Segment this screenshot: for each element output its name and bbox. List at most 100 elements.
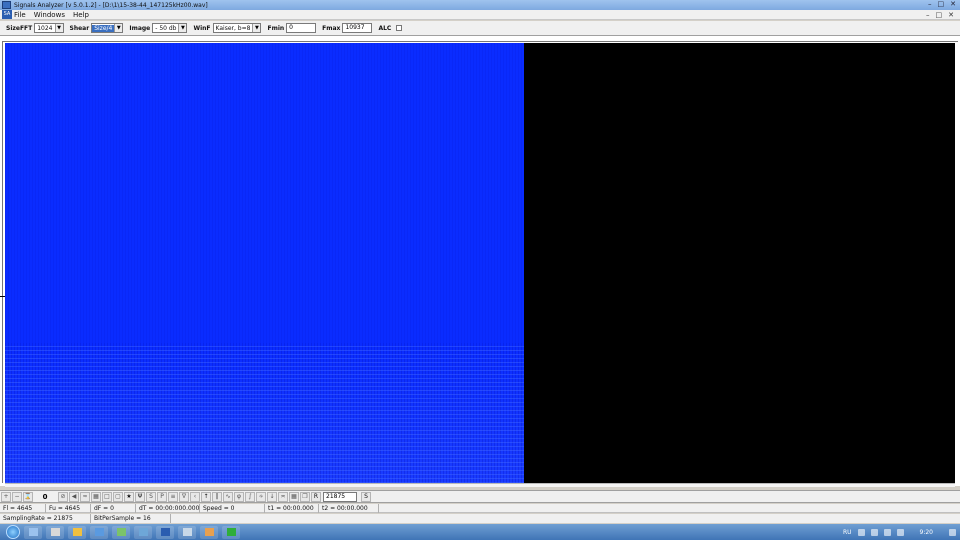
maximize-button[interactable]: □ <box>938 0 945 9</box>
status-df: dF = 0 <box>91 503 136 513</box>
winf-select[interactable]: Kaiser, b=8 ▼ <box>212 23 262 33</box>
rate-input[interactable]: 21875 <box>323 491 357 502</box>
child-window-controls: – □ ✕ <box>926 10 954 20</box>
child-minimize-button[interactable]: – <box>926 10 930 20</box>
spectrogram-panel <box>0 36 960 487</box>
menu-windows[interactable]: Windows <box>34 11 65 19</box>
alc-checkbox[interactable] <box>396 25 403 31</box>
spectrogram-image[interactable] <box>5 43 524 483</box>
spectrum-icon[interactable]: ∫ <box>245 491 255 502</box>
status-t2: t2 = 00:00.000 <box>319 503 379 513</box>
status-bar-info: SamplingRate = 21875 BitPerSample = 16 <box>0 514 960 523</box>
cursor-icon[interactable]: ↑ <box>201 491 211 502</box>
image-select[interactable]: - 50 db ▼ <box>152 23 188 33</box>
shear-select[interactable]: Size/4 ▼ <box>91 23 124 33</box>
child-restore-button[interactable]: □ <box>936 10 943 20</box>
zoom-out-icon[interactable]: − <box>12 491 22 502</box>
horizontal-scrollbar[interactable] <box>5 483 955 487</box>
tray-volume-icon[interactable] <box>896 528 904 536</box>
sf-icon[interactable]: S <box>146 491 156 502</box>
document-icon[interactable]: SA <box>2 10 12 19</box>
taskbar-app-documents[interactable] <box>46 525 64 539</box>
ph-icon[interactable]: P <box>157 491 167 502</box>
antenna-icon[interactable]: Ψ <box>135 491 145 502</box>
minimize-button[interactable]: – <box>928 0 932 9</box>
window-controls: – □ ✕ <box>928 0 956 9</box>
app-icon <box>2 1 11 9</box>
filter-list-icon[interactable]: ≍ <box>278 491 288 502</box>
start-button[interactable] <box>6 525 20 539</box>
winf-label: WinF <box>193 24 211 32</box>
language-indicator[interactable]: RU <box>843 529 852 536</box>
fmin-input[interactable]: 0 <box>286 23 317 33</box>
chevron-down-icon[interactable]: ▼ <box>54 24 63 32</box>
image-label: Image <box>129 24 151 32</box>
tray-arrow-icon[interactable] <box>857 528 865 536</box>
filter-icon[interactable]: ∇ <box>179 491 189 502</box>
tray-network-icon[interactable] <box>883 528 891 536</box>
spectrogram-texture <box>5 43 524 343</box>
window-title: Signals Analyzer [v 5.0.1.2] - [D:\1\15-… <box>14 1 208 9</box>
toolbar: SizeFFT 1024 ▼ Shear Size/4 ▼ Image - 50… <box>0 21 960 36</box>
fmax-label: Fmax <box>322 24 341 32</box>
taskbar-app-network[interactable] <box>134 525 152 539</box>
status-bar: Fl = 4645 Fu = 4645 dF = 0 dT = 00:00:00… <box>0 503 960 513</box>
copy-icon[interactable]: ❐ <box>300 491 310 502</box>
menu-help[interactable]: Help <box>73 11 89 19</box>
rewind-icon[interactable]: ◀ <box>69 491 79 502</box>
tray-flag-icon[interactable] <box>870 528 878 536</box>
stop-icon[interactable]: ⊘ <box>58 491 68 502</box>
sizefft-select[interactable]: 1024 ▼ <box>34 23 64 33</box>
list-icon[interactable]: ≡ <box>168 491 178 502</box>
chevron-down-icon[interactable]: ▼ <box>178 24 187 32</box>
menu-bar: SA File Windows Help – □ ✕ <box>0 10 960 20</box>
waveform-icon[interactable]: ≈ <box>80 491 90 502</box>
taskbar-app-media[interactable] <box>68 525 86 539</box>
fmax-input[interactable]: 10937 <box>342 23 373 33</box>
taskbar: RU 9:20 <box>0 524 960 540</box>
taskbar-app-settings[interactable] <box>178 525 196 539</box>
title-bar: Signals Analyzer [v 5.0.1.2] - [D:\1\15-… <box>0 0 960 10</box>
child-close-button[interactable]: ✕ <box>948 10 954 20</box>
window-icon[interactable]: □ <box>102 491 112 502</box>
sizefft-label: SizeFFT <box>6 24 33 32</box>
taskbar-app-browser[interactable] <box>90 525 108 539</box>
taskbar-app-signals[interactable] <box>156 525 174 539</box>
chevron-down-icon[interactable]: ▼ <box>252 24 261 32</box>
alc-label: ALC <box>378 24 392 32</box>
status-speed: Speed = 0 <box>200 503 265 513</box>
step-back-icon[interactable]: ‹ <box>190 491 200 502</box>
status-dt: dT = 00:00:000.000 <box>136 503 200 513</box>
taskbar-app-explorer[interactable] <box>24 525 42 539</box>
s-button[interactable]: S <box>361 491 371 502</box>
spectrogram-signal-band <box>5 343 524 483</box>
taskbar-app-monitor[interactable] <box>200 525 218 539</box>
align-icon[interactable]: ‖ <box>212 491 222 502</box>
sizefft-value: 1024 <box>37 24 53 32</box>
position-marker <box>0 296 5 297</box>
scrollbar-thumb[interactable] <box>5 484 955 487</box>
show-desktop-icon[interactable] <box>949 528 956 536</box>
grid-icon[interactable]: ▦ <box>91 491 101 502</box>
shear-label: Shear <box>69 24 90 32</box>
winf-value: Kaiser, b=8 <box>215 24 251 32</box>
reset-zoom-icon[interactable]: ⌛ <box>23 491 33 502</box>
empty-plot-area[interactable] <box>524 43 955 483</box>
table-icon[interactable]: ▦ <box>289 491 299 502</box>
tone-icon[interactable]: ∿ <box>223 491 233 502</box>
taskbar-app-tool[interactable] <box>112 525 130 539</box>
status-sampling-rate: SamplingRate = 21875 <box>0 514 91 523</box>
system-tray: RU 9:20 <box>843 524 956 540</box>
phase-icon[interactable]: φ <box>234 491 244 502</box>
r-button[interactable]: R <box>311 491 321 502</box>
zoom-in-icon[interactable]: + <box>1 491 11 502</box>
frame-icon[interactable]: ▢ <box>113 491 123 502</box>
arrow-down-icon[interactable]: ↓ <box>267 491 277 502</box>
amp-icon[interactable]: ∻ <box>256 491 266 502</box>
chevron-down-icon[interactable]: ▼ <box>114 24 123 32</box>
taskbar-app-green[interactable] <box>222 525 240 539</box>
menu-file[interactable]: File <box>14 11 26 19</box>
marker-icon[interactable]: ★ <box>124 491 134 502</box>
clock[interactable]: 9:20 <box>920 529 933 536</box>
close-button[interactable]: ✕ <box>950 0 956 9</box>
